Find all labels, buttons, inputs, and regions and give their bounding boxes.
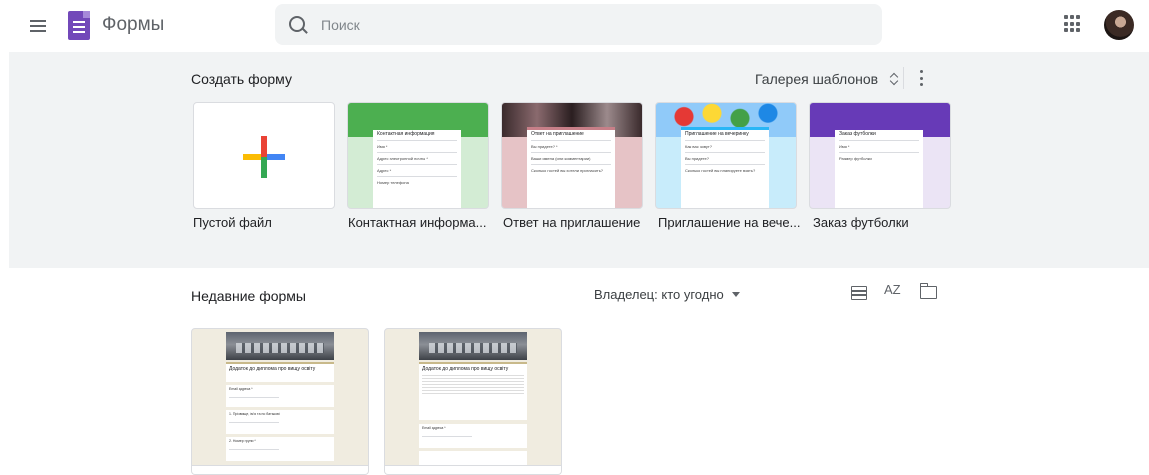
- owner-filter-dropdown[interactable]: Владелец: кто угодно: [594, 287, 740, 302]
- mini-form-field: Сколько гостей вы планируете взять?: [685, 168, 756, 173]
- search-icon[interactable]: [289, 16, 305, 32]
- mini-form-field: Адрес *: [377, 168, 392, 173]
- mini-form-field: Номер телефона: [377, 180, 409, 185]
- divider: [903, 67, 904, 89]
- search-bar[interactable]: [275, 4, 882, 45]
- form-question: Email адреса *: [422, 426, 446, 430]
- template-party-invite[interactable]: Приглашение на вечеринку Как вас зовут? …: [655, 102, 797, 209]
- top-bar: Формы: [0, 0, 1149, 52]
- template-contact-info[interactable]: Контактная информация Имя * Адрес электр…: [347, 102, 489, 209]
- google-apps-grid-icon[interactable]: [1064, 15, 1082, 33]
- hamburger-menu-icon[interactable]: [24, 12, 52, 40]
- mini-form-title: Контактная информация: [377, 131, 435, 137]
- owner-filter-label: Владелец: кто угодно: [594, 287, 724, 302]
- sort-az-icon[interactable]: AZ: [884, 282, 901, 297]
- create-form-title: Создать форму: [191, 71, 292, 87]
- template-gallery-label: Галерея шаблонов: [755, 71, 879, 87]
- form-question: 2. Номер групи *: [229, 439, 256, 443]
- recent-forms-title: Недавние формы: [191, 288, 306, 304]
- mini-form-title: Приглашение на вечеринку: [685, 131, 749, 137]
- search-input[interactable]: [319, 14, 843, 36]
- form-question: Email адреса *: [229, 387, 253, 391]
- plus-icon: [243, 136, 285, 178]
- mini-form-field: Ваши имена (или комментарии): [531, 156, 591, 161]
- list-view-icon[interactable]: [851, 286, 867, 300]
- app-title[interactable]: Формы: [102, 14, 164, 36]
- mini-form-field: Адрес электронной почты *: [377, 156, 428, 161]
- form-header-image: [226, 332, 334, 360]
- mini-form-field: Вы придете?: [685, 156, 709, 161]
- mini-form-field: Имя *: [377, 144, 388, 149]
- user-avatar[interactable]: [1104, 10, 1134, 40]
- template-rsvp[interactable]: Ответ на приглашение Вы придете? * Ваши …: [501, 102, 643, 209]
- mini-form-title: Ответ на приглашение: [531, 131, 584, 137]
- mini-form-title: Заказ футболки: [839, 131, 876, 137]
- mini-form-field: Размер футболки: [839, 156, 872, 161]
- recent-form-title: Додаток до диплома про вищу освіту: [422, 366, 509, 372]
- template-label[interactable]: Пустой файл: [193, 215, 272, 230]
- unfold-more-icon: [890, 71, 900, 87]
- template-gallery-button[interactable]: Галерея шаблонов: [755, 71, 900, 87]
- recent-form-title: Додаток до диплома про вищу освіту: [229, 366, 316, 372]
- mini-form-field: Сколько гостей вы хотели пригласить?: [531, 168, 604, 173]
- folder-icon[interactable]: [919, 283, 937, 299]
- template-blank[interactable]: [193, 102, 335, 209]
- mini-form-field: Вы придете? *: [531, 144, 558, 149]
- template-label[interactable]: Приглашение на вече...: [658, 215, 800, 230]
- mini-form-field: Как вас зовут?: [685, 144, 712, 149]
- template-label[interactable]: Ответ на приглашение: [503, 215, 640, 230]
- template-label[interactable]: Заказ футболки: [813, 215, 909, 230]
- more-vert-icon[interactable]: [920, 70, 924, 86]
- recent-form-card[interactable]: Додаток до диплома про вищу освіту Email…: [191, 328, 369, 475]
- recent-form-card[interactable]: Додаток до диплома про вищу освіту Email…: [384, 328, 562, 475]
- form-question: 1. Прізвище, ім'я та по батькові: [229, 412, 280, 416]
- forms-logo-icon[interactable]: [68, 11, 90, 40]
- form-header-image: [419, 332, 527, 360]
- mini-form-field: Имя *: [839, 144, 850, 149]
- template-label[interactable]: Контактная информа...: [348, 215, 486, 230]
- caret-down-icon: [731, 292, 740, 297]
- template-tshirt-order[interactable]: Заказ футболки Имя * Размер футболки: [809, 102, 951, 209]
